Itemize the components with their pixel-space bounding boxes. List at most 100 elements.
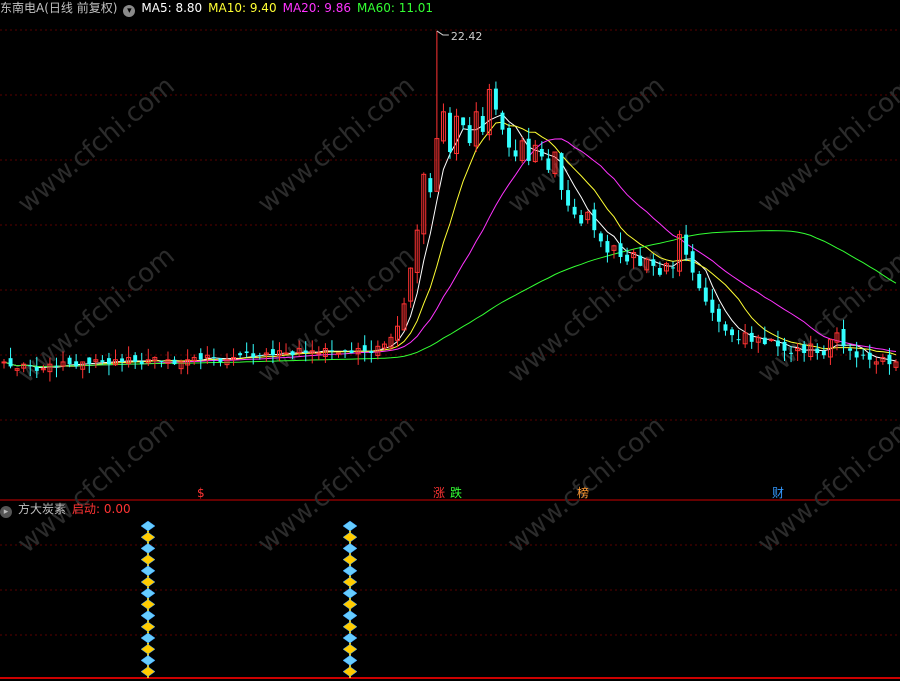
signal-diamond	[140, 520, 156, 532]
signal-diamond	[140, 531, 156, 543]
watermark-text: www.cfchi.com	[502, 241, 671, 389]
candle-body-down	[100, 360, 105, 362]
chevron-down-icon[interactable]: ▾	[123, 5, 136, 17]
candle-body-down	[211, 357, 216, 359]
candle-body-down	[861, 354, 866, 356]
watermark-text: www.cfchi.com	[752, 241, 900, 389]
candle-body-down	[362, 345, 367, 351]
event-marker-limit-up[interactable]: 涨	[432, 486, 446, 500]
candle-body-down	[697, 273, 702, 289]
candle-body-down	[854, 351, 859, 358]
candle-body-down	[74, 361, 79, 367]
candle-body-down	[238, 353, 243, 356]
candle-body-down	[618, 243, 623, 257]
watermark-text: www.cfchi.com	[12, 411, 181, 559]
candle-body-down	[730, 329, 734, 336]
candle-body-up	[283, 352, 289, 355]
candle-body-down	[539, 148, 544, 157]
candle-body-down	[34, 366, 39, 371]
candle-body-down	[493, 88, 498, 110]
indicator-name[interactable]: 方大炭素	[18, 502, 66, 516]
candle-body-down	[369, 350, 374, 353]
candle-body-down	[244, 351, 249, 353]
ma20-value: MA20: 9.86	[282, 1, 352, 15]
candle-body-down	[625, 254, 630, 262]
signal-diamond	[342, 520, 358, 532]
ma60-value: MA60: 11.01	[357, 1, 434, 15]
candle-body-down	[566, 190, 571, 206]
ma5-value: MA5: 8.80	[141, 1, 203, 15]
candle-body-down	[867, 352, 872, 360]
candle-body-down	[303, 350, 308, 353]
candle-body-down	[775, 340, 780, 347]
candle-body-up	[768, 339, 774, 342]
watermark-text: www.cfchi.com	[252, 241, 421, 389]
candle-body-down	[329, 350, 334, 352]
watermark-text: www.cfchi.com	[252, 71, 421, 219]
watermark-text: www.cfchi.com	[252, 411, 421, 559]
candle-body-down	[762, 337, 767, 345]
signal-diamond	[140, 565, 156, 577]
signal-diamond	[140, 643, 156, 655]
stock-title[interactable]: 东南电A(日线 前复权)	[0, 1, 117, 15]
candle-body-down	[8, 358, 13, 367]
candle-body-down	[572, 206, 577, 215]
candle-body-down	[67, 357, 72, 365]
watermark-text: www.cfchi.com	[752, 71, 900, 219]
candle-body-down	[513, 150, 518, 157]
event-marker-dollar[interactable]: $	[196, 486, 206, 500]
signal-diamond	[140, 655, 156, 666]
indicator-header: ▸ 方大炭素 启动: 0.00	[0, 501, 137, 518]
candle-body-down	[690, 251, 695, 273]
candle-body-down	[657, 268, 662, 275]
candle-body-down	[887, 354, 892, 365]
chart-header: 东南电A(日线 前复权) ▾ MA5: 8.80 MA10: 9.40 MA20: 9.…	[0, 0, 439, 17]
candle-body-down	[448, 112, 452, 152]
candle-body-down	[290, 351, 295, 356]
event-marker-ranking[interactable]: 榜	[576, 486, 590, 500]
candle-body-down	[716, 308, 721, 322]
signal-diamond	[140, 576, 156, 588]
candle-body-down	[559, 153, 564, 190]
candle-body-down	[428, 178, 433, 193]
event-marker-financial[interactable]: 财	[771, 486, 785, 500]
candle-body-down	[257, 355, 262, 357]
candle-body-down	[592, 209, 597, 231]
candle-body-down	[815, 348, 820, 353]
candle-body-down	[343, 350, 348, 352]
candle-body-down	[736, 339, 741, 341]
candle-body-up	[1, 361, 7, 364]
candle-body-down	[54, 365, 59, 367]
indicator-menu-icon[interactable]: ▸	[0, 506, 12, 518]
signal-diamond	[342, 666, 358, 677]
candle-body-down	[848, 348, 853, 351]
signal-diamond	[342, 531, 358, 543]
candle-body-down	[782, 341, 787, 351]
signal-diamond	[342, 655, 358, 666]
candle-body-down	[159, 360, 164, 362]
signal-diamond	[140, 554, 156, 565]
candle-body-down	[821, 350, 826, 356]
high-marker-leader	[436, 30, 449, 36]
candle-body-down	[349, 350, 354, 353]
candle-body-down	[507, 127, 511, 148]
candle-body-down	[270, 349, 275, 356]
event-marker-limit-down[interactable]: 跌	[449, 486, 463, 500]
candle-body-down	[218, 358, 223, 362]
candle-body-down	[139, 361, 144, 365]
candle-body-down	[480, 116, 485, 132]
candle-body-down	[671, 267, 675, 269]
signal-diamond	[140, 543, 156, 554]
signal-diamond	[140, 632, 156, 644]
candle-body-down	[579, 215, 584, 224]
candle-body-down	[789, 352, 794, 354]
candle-body-down	[802, 344, 807, 353]
candle-body-down	[28, 365, 33, 367]
signal-diamond	[342, 554, 358, 565]
candle-body-down	[638, 255, 643, 266]
candle-body-down	[106, 358, 111, 365]
candle-body-down	[703, 287, 708, 302]
candle-body-down	[651, 259, 656, 266]
kline-chart[interactable]: www.cfchi.com www.cfchi.com www.cfchi.com w…	[0, 0, 900, 681]
candle-body-down	[684, 234, 689, 255]
